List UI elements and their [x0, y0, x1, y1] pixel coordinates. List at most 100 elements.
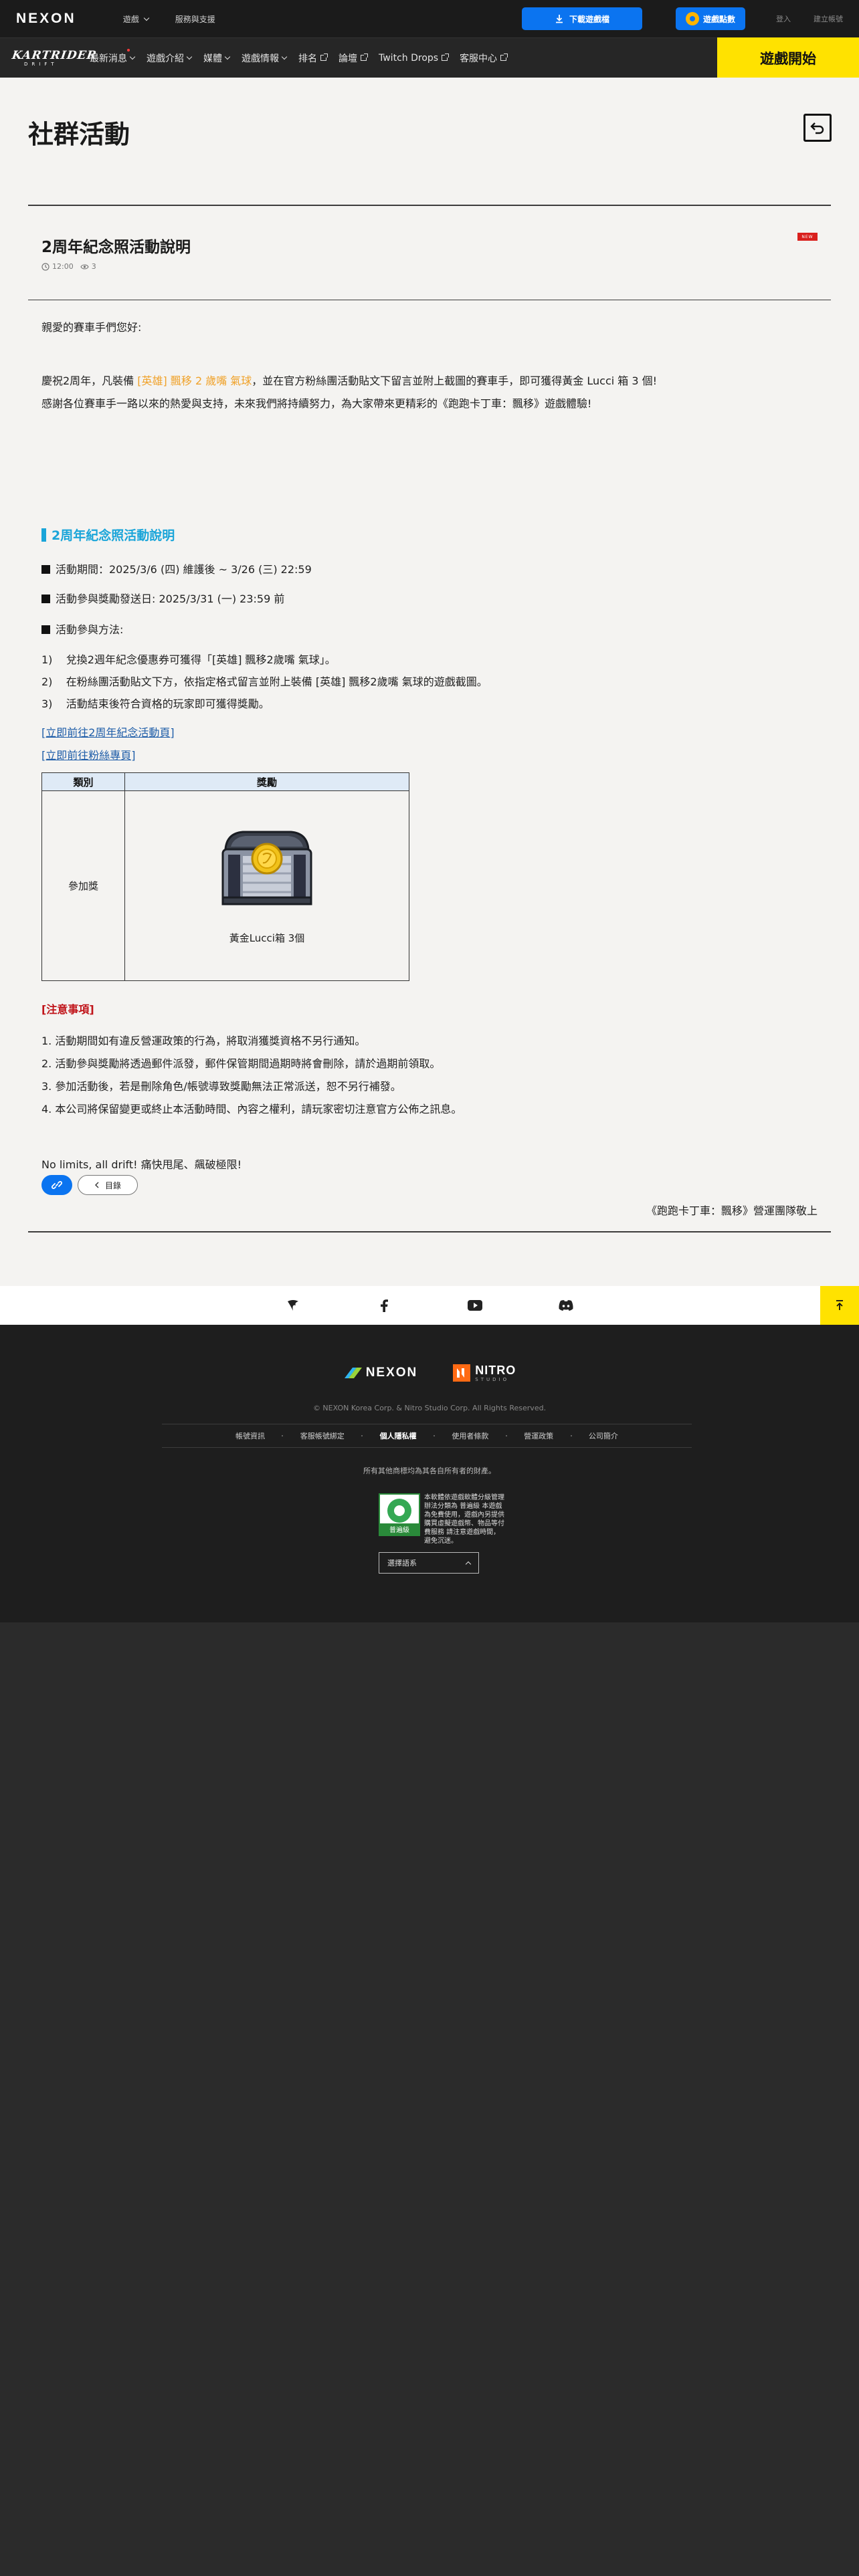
login-link[interactable]: 登入: [776, 13, 791, 24]
post-views: 3: [80, 262, 96, 271]
post-time-value: 12:00: [52, 262, 74, 271]
nav-ranking[interactable]: 排名: [298, 51, 328, 65]
footer-separator: [433, 1435, 435, 1436]
game-start-button[interactable]: 遊戲開始: [717, 37, 859, 78]
external-link-icon: [361, 53, 368, 61]
games-menu[interactable]: 遊戲: [123, 13, 149, 25]
footer-link-support-binding[interactable]: 客服帳號綁定: [300, 1430, 345, 1441]
copy-link-button[interactable]: [41, 1175, 72, 1195]
section-title-text: 2周年紀念照活動說明: [52, 528, 175, 543]
footer-nexon-text: NEXON: [365, 1366, 418, 1380]
event-period-text: 活動期間：2025/3/6 (四) 維護後 ~ 3/26 (三) 22:59: [56, 563, 312, 576]
table-header-row: 類別 獎勵: [41, 772, 409, 791]
top-bar: NEXON 遊戲 服務與支援 下載遊戲檔 遊戲點數 登入 建立帳號: [0, 0, 859, 37]
method-title-text: 活動參與方法:: [56, 623, 124, 636]
nav-twitch-drops-label: Twitch Drops: [379, 52, 439, 64]
game-points-label: 遊戲點數: [702, 14, 735, 24]
list-button-label: 目錄: [104, 1180, 121, 1190]
notice-3: 3. 參加活動後，若是刪除角色/帳號導致獎勵無法正常派送，恕不另行補發。: [41, 1080, 401, 1093]
fan-page-link[interactable]: [立即前往粉絲專頁]: [41, 746, 136, 762]
external-link-icon: [442, 53, 450, 61]
footer-link-policy[interactable]: 營運政策: [524, 1430, 553, 1441]
footer-separator: [282, 1435, 284, 1436]
nav-items: 最新消息 遊戲介紹 媒體 遊戲情報 排名 論壇 Twitch Drops 客服中…: [90, 48, 508, 65]
nexon-logo[interactable]: NEXON: [16, 11, 76, 27]
footer: NEXON NITRO STUDIO © NEXON Korea Corp. &…: [0, 1325, 859, 1622]
post-views-value: 3: [91, 262, 96, 271]
nitro-mark-icon: [453, 1364, 471, 1382]
nav-twitch-drops[interactable]: Twitch Drops: [379, 52, 450, 64]
footer-nitro-sub: STUDIO: [475, 1376, 510, 1382]
table-header-reward: 獎勵: [124, 772, 409, 791]
nav-forum-label: 論壇: [339, 53, 357, 64]
table-cell-category: 參加獎: [41, 790, 125, 981]
nav-news[interactable]: 最新消息: [90, 48, 136, 65]
notice-4: 4. 本公司將保留變更或終止本活動時間、內容之權利，請玩家密切注意官方公佈之訊息…: [41, 1103, 462, 1115]
footer-separator: [570, 1435, 572, 1436]
main-bottom-spacer: [0, 1247, 859, 1286]
facebook-icon: [381, 1299, 388, 1312]
download-icon: [555, 15, 563, 23]
page-bottom-fill: [0, 1622, 859, 2576]
top-links: 遊戲 服務與支援: [123, 13, 215, 25]
post-actions: 目錄: [41, 1175, 138, 1195]
method-title: 活動參與方法:: [41, 621, 123, 637]
footer-link-privacy[interactable]: 個人隱私權: [380, 1430, 417, 1441]
language-select[interactable]: 選擇語系: [379, 1552, 479, 1574]
logo-sub-text: DRIFT: [24, 62, 58, 67]
section-bar-icon: [41, 528, 46, 542]
chevron-down-icon: [281, 53, 288, 60]
notice-2: 2. 活動參與獎勵將透過郵件派發，郵件保管期間過期時將會刪除，請於過期前領取。: [41, 1057, 441, 1070]
nav-game-intro[interactable]: 遊戲介紹: [147, 51, 193, 65]
logo-main-text: KARTRIDER: [11, 49, 98, 62]
footer-link-company[interactable]: 公司簡介: [589, 1430, 618, 1441]
game-rating: 普遍級 本軟體依遊戲軟體分級管理辦法分類為 普遍級 本遊戲為免費使用，遊戲內另提…: [379, 1493, 504, 1545]
scroll-to-top-button[interactable]: [820, 1286, 859, 1325]
nav-support[interactable]: 客服中心: [460, 51, 508, 65]
game-points-button[interactable]: 遊戲點數: [676, 7, 745, 30]
support-link-label: 服務與支援: [175, 14, 215, 24]
chevron-left-icon: [94, 1182, 99, 1188]
clock-icon: [41, 262, 50, 271]
intro-line-1: 慶祝2周年，凡裝備 [英雄] 飄移 2 歲嘴 氣球，並在官方粉絲團活動貼文下留言…: [41, 372, 657, 388]
game-community-link[interactable]: [284, 1297, 302, 1314]
download-game-button[interactable]: 下載遊戲檔: [522, 7, 642, 30]
language-select-label: 選擇語系: [387, 1559, 417, 1568]
external-link-icon: [500, 53, 508, 61]
post-meta: 12:00 3: [41, 262, 96, 271]
nav-media[interactable]: 媒體: [203, 51, 231, 65]
footer-link-terms[interactable]: 使用者條款: [452, 1430, 488, 1441]
link-icon: [52, 1181, 62, 1189]
footer-link-account[interactable]: 帳號資訊: [235, 1430, 265, 1441]
list-button[interactable]: 目錄: [78, 1175, 138, 1195]
main-nav: KARTRIDER DRIFT 最新消息 遊戲介紹 媒體 遊戲情報 排名 論壇 …: [0, 37, 859, 78]
table-header-category: 類別: [41, 772, 125, 791]
anniversary-event-link[interactable]: [立即前往2周年紀念活動頁]: [41, 724, 175, 740]
register-link[interactable]: 建立帳號: [814, 13, 843, 24]
nitro-text-group: NITRO STUDIO: [475, 1364, 516, 1382]
footer-nexon-logo: NEXON: [343, 1365, 418, 1381]
back-button[interactable]: [803, 114, 832, 142]
square-bullet-icon: [41, 565, 50, 574]
nexon-mark-icon: [344, 1368, 362, 1378]
facebook-link[interactable]: [375, 1297, 393, 1314]
intro-line-2: 感謝各位賽車手一路以來的熱愛與支持，未來我們將持續努力，為大家帶來更精彩的《跑跑…: [41, 397, 592, 410]
support-link[interactable]: 服務與支援: [175, 13, 215, 25]
reward-name: 黃金Lucci箱 3個: [229, 932, 305, 944]
chevron-down-icon: [186, 53, 193, 60]
nav-game-intro-label: 遊戲介紹: [147, 53, 184, 64]
external-link-icon: [320, 53, 328, 61]
youtube-link[interactable]: [466, 1297, 484, 1314]
rating-badge: 普遍級: [379, 1493, 420, 1536]
chevron-down-icon: [129, 53, 136, 60]
footer-separator: [505, 1435, 507, 1436]
nav-forum[interactable]: 論壇: [339, 51, 368, 65]
main-content: 社群活動 2周年紀念照活動說明 NEW 12:00 3 親愛的賽車手們您好: 慶…: [0, 78, 859, 1247]
event-period: 活動期間：2025/3/6 (四) 維護後 ~ 3/26 (三) 22:59: [41, 560, 312, 576]
nav-game-info[interactable]: 遊戲情報: [242, 51, 288, 65]
discord-link[interactable]: [557, 1297, 575, 1314]
post-time: 12:00: [41, 262, 74, 271]
kartrider-drift-logo[interactable]: KARTRIDER DRIFT: [11, 45, 98, 72]
step-3: 3) 活動結束後符合資格的玩家即可獲得獎勵。: [41, 697, 270, 710]
eye-icon: [80, 263, 89, 270]
